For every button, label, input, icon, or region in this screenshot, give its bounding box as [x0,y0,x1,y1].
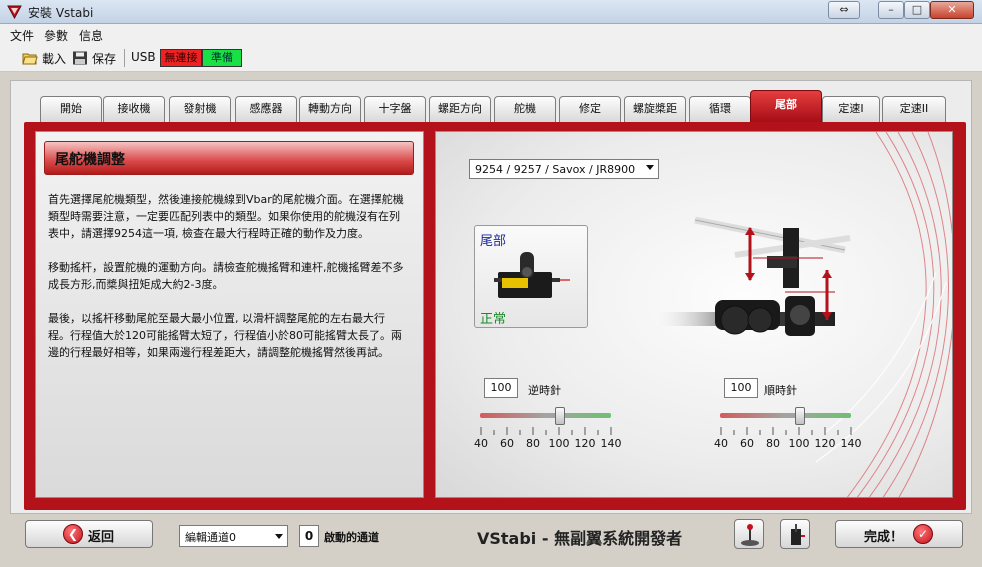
stick-mode-button[interactable] [734,519,764,549]
toolbar-separator [124,49,125,67]
ccw-slider-thumb[interactable] [555,407,565,425]
toolbar: 載入 保存 USB 無連接 準備 [0,44,982,72]
cw-slider-thumb[interactable] [795,407,805,425]
resize-icon[interactable]: ⇔ [828,1,860,19]
usb-label: USB [131,50,156,64]
ready-status: 準備 [202,49,242,67]
maximize-button[interactable]: □ [904,1,930,19]
servo-box-status: 正常 [480,312,507,327]
menu-bar: 文件 參數 信息 [0,24,982,44]
menu-file[interactable]: 文件 [10,27,34,44]
load-button[interactable]: 載入 [42,50,66,67]
ccw-travel-input[interactable]: 100 [484,378,518,398]
tick-label: 140 [600,437,622,450]
tick-label: 140 [840,437,862,450]
servo-box-title: 尾部 [480,234,507,249]
section-header: 尾舵機調整 [44,141,414,175]
minimize-button[interactable]: – [878,1,904,19]
checkmark-icon: ✓ [913,524,933,544]
joystick-icon [741,524,759,546]
servo-type-select[interactable]: 9254 / 9257 / Savox / JR8900 [469,159,659,179]
tab-rotation-direction[interactable]: 轉動方向 [299,96,361,122]
ccw-scale-ticks [480,427,612,435]
servo-small-icon [791,524,805,545]
finish-button-label: 完成！ [864,530,904,545]
tab-trim[interactable]: 修定 [559,96,621,122]
chevron-down-icon [275,534,283,539]
tab-pitch-direction[interactable]: 螺距方向 [429,96,491,122]
active-channel-label: 啟動的通道 [324,531,379,544]
tab-tail[interactable]: 尾部 [750,90,822,123]
brand-slogan: VStabi - 無副翼系統開發者 [477,529,683,548]
tab-governor-1[interactable]: 定速I [822,96,880,122]
helicopter-tail-image [655,216,851,336]
finish-button[interactable]: 完成！ ✓ [835,520,963,548]
tab-cyclic[interactable]: 循環 [689,96,751,122]
text-line: 邊的行程最好相等，如果兩邊行程差距大，請調整舵機搖臂然後再試。 [48,346,389,359]
text-line: 成長方形,而槳與扭矩成大約2-3度。 [48,278,224,291]
save-button[interactable]: 保存 [92,50,116,67]
instruction-paragraph-3: 最後，以搖杆移動尾舵至最大最小位置, 以滑杆調整尾舵的左右最大行 程。行程值大於… [48,310,408,361]
active-channel-count: 0 [299,525,319,547]
text-line: 最後，以搖杆移動尾舵至最大最小位置, 以滑杆調整尾舵的左右最大行 [48,312,385,325]
chevron-down-icon [646,165,654,170]
close-button[interactable]: ✕ [930,1,974,19]
back-button-label: 返回 [88,530,115,545]
instruction-paragraph-2: 移動搖杆，設置舵機的運動方向。請檢查舵機搖臂和連杆,舵機搖臂差不多 成長方形,而… [48,259,408,293]
tab-swashplate[interactable]: 十字盤 [364,96,426,122]
section-title: 尾舵機調整 [55,152,125,168]
tab-start[interactable]: 開始 [40,96,102,122]
tab-collective-pitch[interactable]: 螺旋槳距 [624,96,686,122]
tab-servo[interactable]: 舵機 [494,96,556,122]
tab-transmitter[interactable]: 發射機 [169,96,231,122]
servo-type-value: 9254 / 9257 / Savox / JR8900 [475,163,636,176]
edit-channel-select[interactable]: 編輯通道0 [179,525,288,547]
text-line: 表中，請選擇9254這一項, 檢查在最大行程時正確的動作及力度。 [48,227,369,240]
vstabi-logo-icon [7,5,22,19]
ccw-slider-track[interactable] [480,413,611,418]
connection-status: 無連接 [160,49,202,67]
tail-servo-direction-button[interactable]: 尾部 正常 [474,225,588,328]
title-bar: 安裝 Vstabi ⇔ – □ ✕ [0,0,982,24]
text-line: 程。行程值大於120可能搖臂太短了，行程值小於80可能搖臂太長了。兩 [48,329,402,342]
instruction-paragraph-1: 首先選擇尾舵機類型，然後連接舵機線到Vbar的尾舵機介面。在選擇舵機 類型時需要… [48,191,408,242]
back-arrow-icon: ❮ [63,524,83,544]
text-line: 類型時需要注意，一定要匹配列表中的類型。如果你使用的舵機沒有在列 [48,210,400,223]
cw-scale-ticks [720,427,852,435]
cw-label: 順時針 [764,384,797,397]
menu-info[interactable]: 信息 [79,27,103,44]
tab-receiver[interactable]: 接收機 [103,96,165,122]
back-button[interactable]: ❮ 返回 [25,520,153,548]
text-line: 移動搖杆，設置舵機的運動方向。請檢查舵機搖臂和連杆,舵機搖臂差不多 [48,261,404,274]
tab-governor-2[interactable]: 定速II [882,96,946,122]
floppy-save-icon[interactable] [72,51,88,65]
servo-mode-button[interactable] [780,519,810,549]
window-title: 安裝 Vstabi [28,6,94,20]
edit-channel-value: 編輯通道0 [185,531,236,544]
text-line: 首先選擇尾舵機類型，然後連接舵機線到Vbar的尾舵機介面。在選擇舵機 [48,193,404,206]
cw-travel-input[interactable]: 100 [724,378,758,398]
folder-open-icon[interactable] [22,51,38,65]
menu-params[interactable]: 參數 [44,27,68,44]
servo-icon [494,252,570,298]
tab-sensor[interactable]: 感應器 [235,96,297,122]
cw-slider-track[interactable] [720,413,851,418]
ccw-label: 逆時針 [528,384,561,397]
